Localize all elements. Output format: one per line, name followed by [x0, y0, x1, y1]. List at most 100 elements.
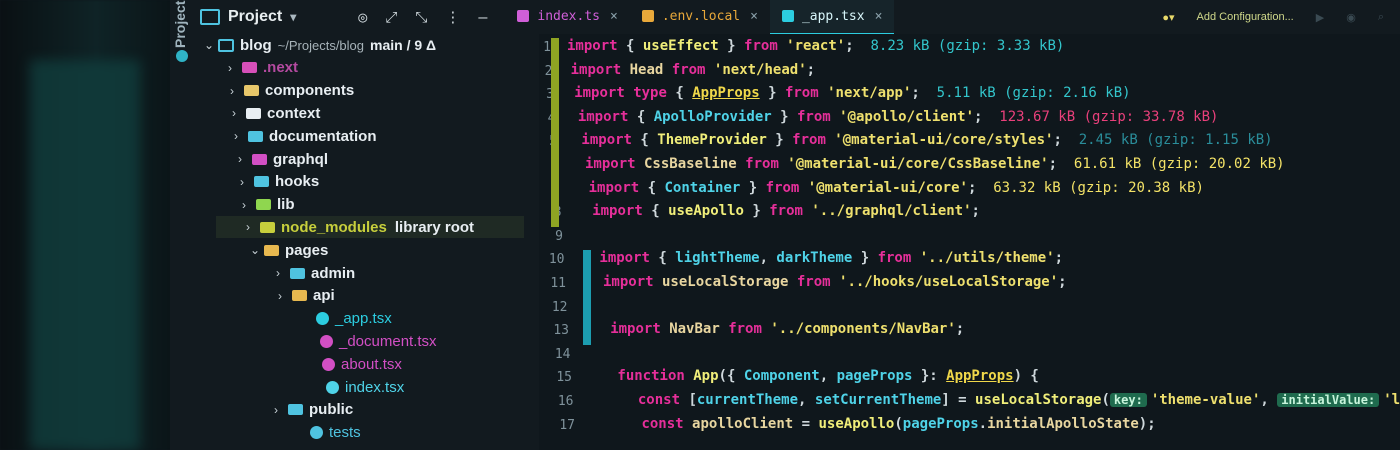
tree-item[interactable]: index.tsx — [312, 376, 404, 398]
hide-icon[interactable]: — — [478, 8, 487, 26]
editor-tab[interactable]: .env.local × — [630, 0, 770, 33]
react-file-icon — [326, 380, 339, 394]
tree-item[interactable]: › admin — [276, 262, 355, 284]
add-configuration-button[interactable]: Add Configuration... — [1197, 11, 1294, 23]
tree-item[interactable]: _document.tsx — [306, 330, 437, 352]
line-number: 13 — [553, 323, 569, 339]
chevron-right-icon[interactable]: › — [232, 106, 246, 120]
search-icon[interactable]: ⌕ — [1378, 11, 1384, 24]
line-number: 4 — [516, 111, 556, 126]
code-token: ) { — [1013, 368, 1039, 385]
code-token: function — [617, 368, 685, 385]
user-icon[interactable]: ●▾ — [1162, 11, 1174, 24]
code-token: 'next/app' — [818, 85, 912, 102]
tree-item-label: public — [309, 401, 354, 419]
tree-item[interactable]: _app.tsx — [302, 308, 392, 330]
code-line[interactable]: import { ThemeProvider } from '@material… — [581, 132, 1272, 148]
chevron-right-icon[interactable]: › — [242, 198, 256, 212]
close-icon[interactable]: × — [610, 9, 618, 24]
editor-tab[interactable]: index.ts × — [505, 0, 629, 33]
code-line[interactable]: import { useEffect } from 'react'; 8.23 … — [567, 38, 1064, 54]
chevron-down-icon[interactable]: ⌄ — [204, 38, 218, 52]
code-token: NavBar — [660, 321, 729, 338]
expand-all-icon[interactable]: ⤢ — [385, 8, 397, 26]
code-token: ] = — [941, 392, 976, 408]
project-tool-window-tab[interactable]: Project — [170, 0, 195, 450]
code-token: import — [585, 156, 636, 172]
tree-item[interactable]: › documentation — [234, 125, 377, 147]
code-token: '../utils/theme' — [911, 250, 1055, 267]
code-line[interactable]: import { ApolloProvider } from '@apollo/… — [578, 109, 1219, 125]
code-line[interactable]: import Head from 'next/head'; — [571, 62, 815, 78]
code-editor[interactable]: import { useEffect } from 'react'; 8.23 … — [567, 34, 1400, 450]
code-line[interactable]: import useLocalStorage from '../hooks/us… — [603, 274, 1067, 290]
chevron-right-icon[interactable]: › — [228, 61, 242, 75]
code-line[interactable]: import NavBar from '../components/NavBar… — [610, 321, 964, 337]
chevron-right-icon[interactable]: › — [230, 84, 244, 98]
editor-tab-label: _app.tsx — [801, 8, 865, 24]
tree-item[interactable]: › public — [274, 399, 353, 421]
editor-tabs: index.ts × .env.local × _app.tsx × — [505, 0, 895, 35]
code-token: useApollo — [668, 203, 744, 220]
close-icon[interactable]: × — [875, 9, 883, 24]
run-icon[interactable]: ▶ — [1316, 11, 1324, 24]
code-token: Container — [664, 179, 741, 196]
code-token: from — [797, 108, 831, 125]
code-token: from — [769, 203, 803, 220]
code-line[interactable]: import { lightTheme, darkTheme } from '.… — [599, 250, 1063, 266]
code-line[interactable]: const apolloClient = useApollo(pageProps… — [625, 415, 1155, 432]
close-icon[interactable]: × — [750, 9, 758, 24]
tree-item[interactable]: › components — [230, 80, 354, 102]
code-line[interactable]: import { Container } from '@material-ui/… — [589, 180, 1204, 196]
code-token: apolloClient — [683, 415, 802, 432]
tree-item[interactable]: › node_modules library root — [216, 216, 524, 239]
code-token: , — [819, 368, 837, 385]
blurred-background-edge — [0, 0, 175, 450]
options-icon[interactable]: ⋮ — [445, 8, 460, 26]
ts-file-icon — [517, 10, 530, 22]
tree-item[interactable]: about.tsx — [308, 353, 402, 375]
chevron-right-icon[interactable]: › — [246, 220, 260, 234]
code-token: setCurrentTheme — [814, 392, 942, 408]
chevron-right-icon[interactable]: › — [276, 266, 290, 280]
code-token: const — [621, 392, 681, 408]
tree-item[interactable]: › api — [278, 285, 335, 307]
code-line[interactable]: import CssBaseline from '@material-ui/co… — [585, 156, 1285, 172]
tree-root-row[interactable]: ⌄ blog ~/Projects/blog main / 9 Δ — [204, 34, 436, 56]
tree-item[interactable]: tests — [296, 422, 361, 444]
code-line[interactable]: import type { AppProps } from 'next/app'… — [574, 85, 1130, 101]
editor-tab[interactable]: _app.tsx × — [769, 0, 895, 35]
code-token: '../components/NavBar' — [761, 321, 956, 338]
code-line[interactable]: import { useApollo } from '../graphql/cl… — [592, 203, 980, 219]
code-token: [ — [680, 392, 697, 408]
editor-tab-label: .env.local — [661, 8, 741, 24]
tree-item[interactable]: › graphql — [238, 148, 328, 170]
chevron-right-icon[interactable]: › — [234, 129, 248, 143]
line-number: 12 — [551, 299, 568, 315]
tree-item[interactable]: ⌄ pages — [250, 239, 328, 261]
collapse-all-icon[interactable]: ⤡ — [415, 8, 427, 26]
tree-item-label: _app.tsx — [335, 310, 392, 328]
tree-item[interactable]: › hooks — [240, 171, 319, 193]
code-token: ThemeProvider — [657, 132, 767, 149]
chevron-down-icon[interactable]: ⌄ — [250, 243, 264, 257]
debug-icon[interactable]: ◉ — [1346, 11, 1356, 24]
folder-icon — [264, 244, 279, 256]
code-token: 'light' — [1383, 392, 1400, 408]
tree-item[interactable]: › .next — [228, 57, 298, 79]
target-icon[interactable]: ◎ — [358, 8, 367, 26]
chevron-right-icon[interactable]: › — [240, 175, 254, 189]
tree-item[interactable]: › context — [232, 102, 320, 124]
code-token: 'react' — [777, 38, 846, 54]
code-token: from — [784, 85, 819, 102]
chevron-right-icon[interactable]: › — [278, 289, 292, 303]
code-token: } — [718, 38, 745, 54]
code-line[interactable]: const [currentTheme, setCurrentTheme] = … — [621, 392, 1400, 408]
project-view-selector[interactable]: Project ▾ — [200, 8, 296, 26]
tree-item[interactable]: › lib — [242, 194, 295, 216]
code-line[interactable]: function App({ Component, pageProps }: A… — [617, 368, 1038, 384]
chevron-right-icon[interactable]: › — [274, 403, 288, 417]
project-tab-label: Project — [172, 0, 188, 48]
chevron-right-icon[interactable]: › — [238, 152, 252, 166]
code-token: import — [577, 108, 629, 125]
